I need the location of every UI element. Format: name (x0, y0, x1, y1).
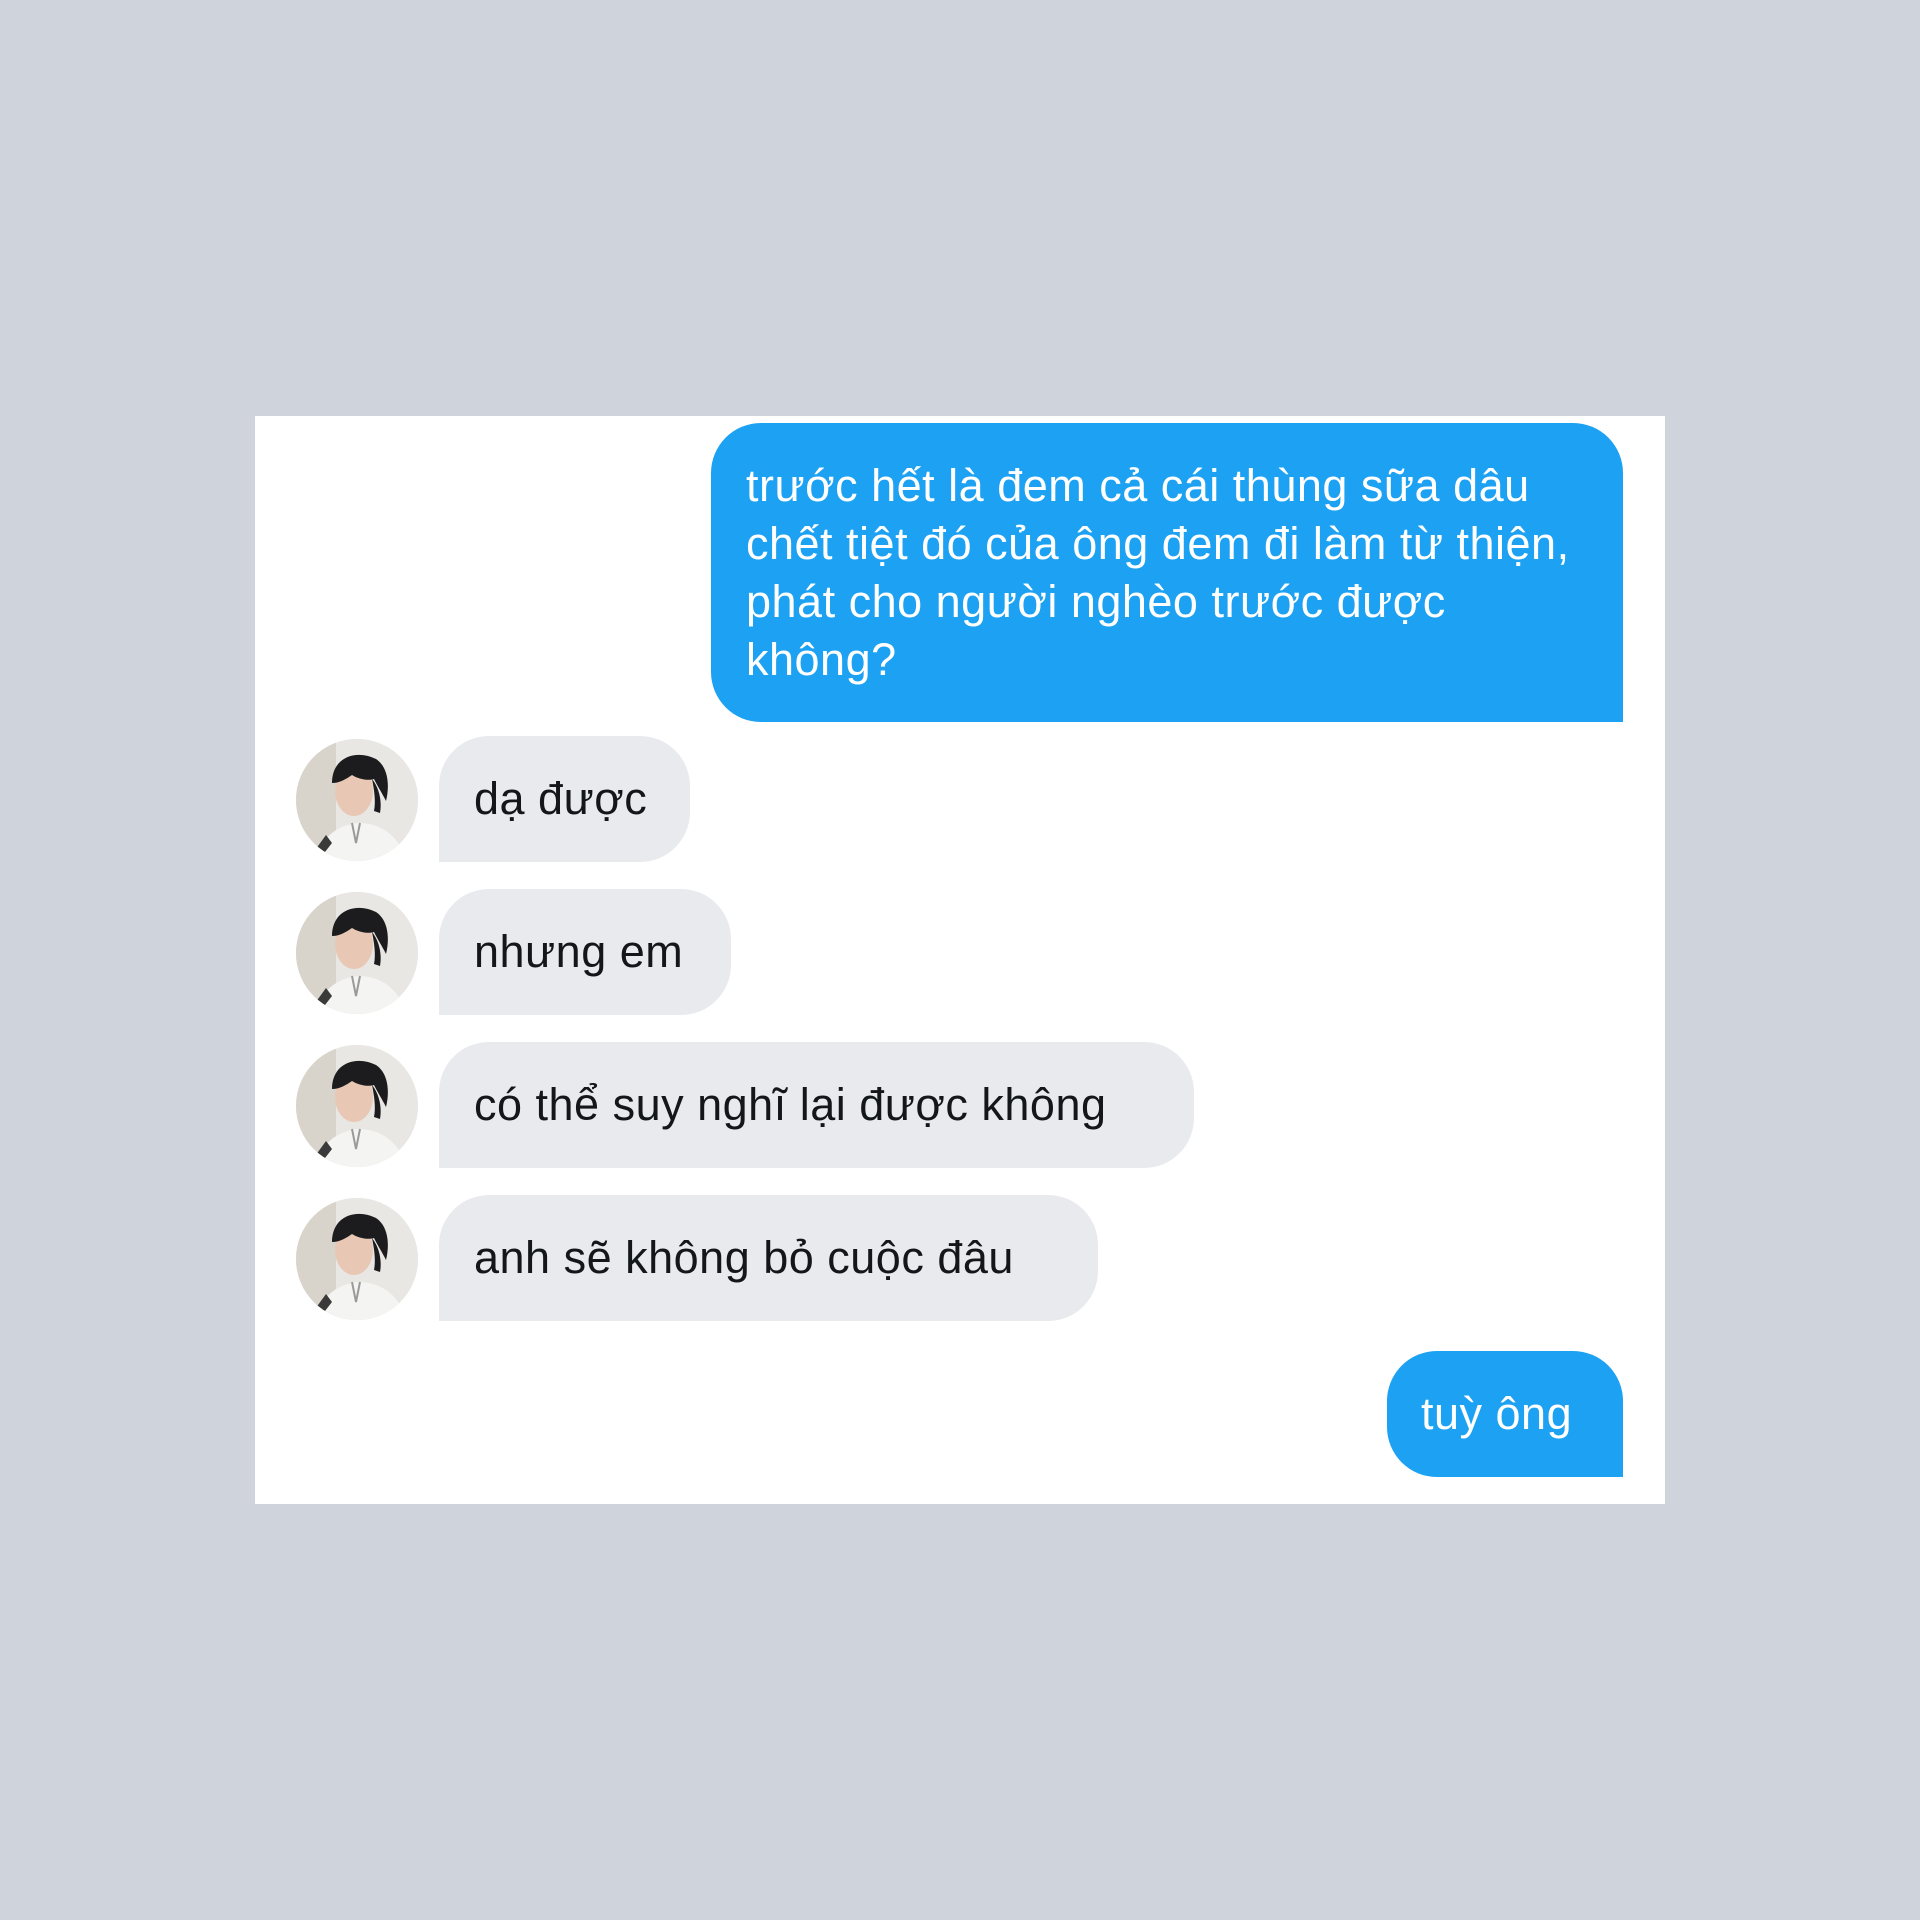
contact-avatar[interactable] (296, 892, 418, 1014)
received-message-bubble[interactable]: anh sẽ không bỏ cuộc đâu (439, 1195, 1098, 1321)
message-text: trước hết là đem cả cái thùng sữa dâu ch… (746, 460, 1570, 685)
sent-message-bubble[interactable]: trước hết là đem cả cái thùng sữa dâu ch… (711, 423, 1623, 722)
avatar-photo-icon (296, 1198, 418, 1320)
sent-message-bubble[interactable]: tuỳ ông (1387, 1351, 1623, 1477)
contact-avatar[interactable] (296, 1045, 418, 1167)
avatar-photo-icon (296, 892, 418, 1014)
avatar-photo-icon (296, 1045, 418, 1167)
chat-card: trước hết là đem cả cái thùng sữa dâu ch… (255, 416, 1665, 1504)
received-message-bubble[interactable]: nhưng em (439, 889, 731, 1015)
message-text: nhưng em (474, 926, 684, 977)
message-text: có thể suy nghĩ lại được không (474, 1079, 1107, 1130)
received-message-bubble[interactable]: có thể suy nghĩ lại được không (439, 1042, 1194, 1168)
contact-avatar[interactable] (296, 739, 418, 861)
received-message-bubble[interactable]: dạ được (439, 736, 690, 862)
avatar-photo-icon (296, 739, 418, 861)
message-text: anh sẽ không bỏ cuộc đâu (474, 1232, 1014, 1283)
message-text: dạ được (474, 773, 648, 824)
message-text: tuỳ ông (1421, 1388, 1573, 1439)
contact-avatar[interactable] (296, 1198, 418, 1320)
